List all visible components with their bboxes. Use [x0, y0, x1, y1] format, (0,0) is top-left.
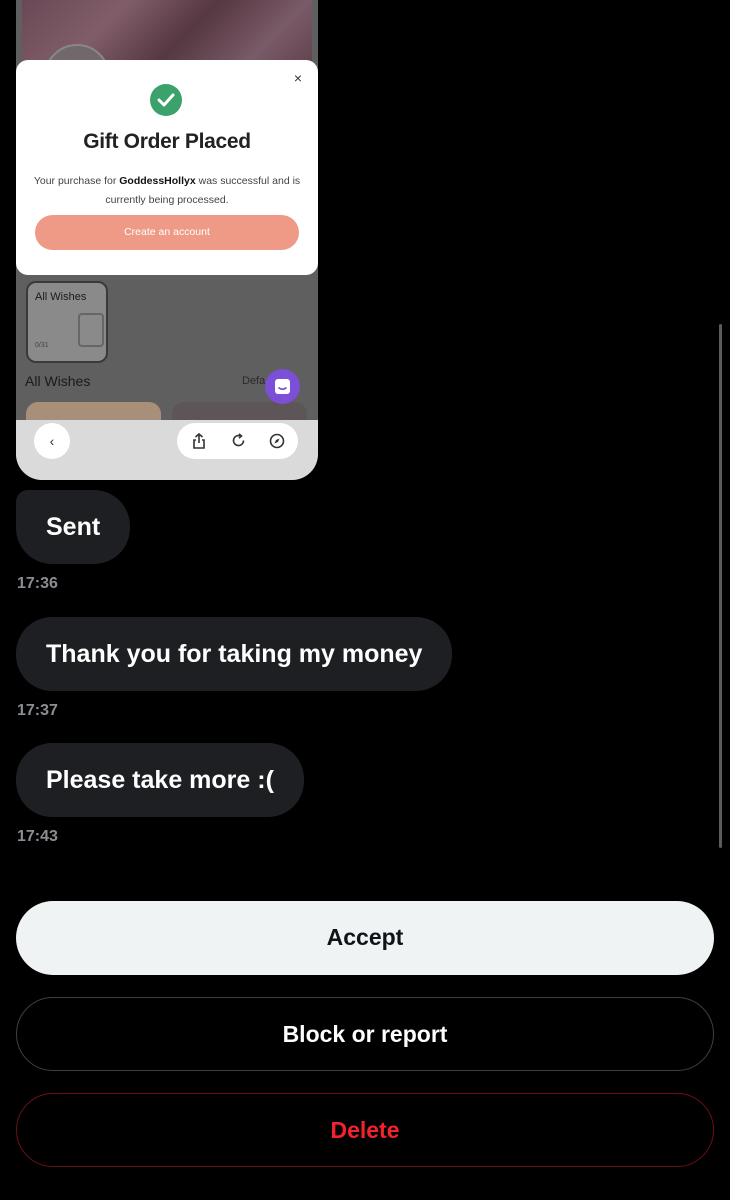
- gift-order-modal: × Gift Order Placed Your purchase for Go…: [16, 60, 318, 275]
- scrollbar[interactable]: [719, 324, 722, 848]
- delete-button[interactable]: Delete: [16, 1093, 714, 1167]
- message-prefix: Your purchase for: [33, 175, 120, 187]
- compass-icon[interactable]: [259, 423, 295, 459]
- shared-screenshot[interactable]: × Gift Order Placed Your purchase for Go…: [16, 0, 318, 480]
- browser-actions: [177, 423, 298, 459]
- chat-bubble-icon[interactable]: [265, 369, 300, 404]
- gift-icon: [78, 313, 104, 347]
- back-icon[interactable]: ‹: [34, 423, 70, 459]
- share-icon[interactable]: [181, 423, 217, 459]
- sort-dropdown[interactable]: Defa: [242, 375, 265, 387]
- message-timestamp: 17:43: [17, 828, 58, 845]
- check-icon: [150, 84, 182, 116]
- close-icon[interactable]: ×: [294, 70, 302, 86]
- message-timestamp: 17:36: [17, 575, 58, 592]
- wishlist-tile-label: All Wishes: [35, 291, 87, 303]
- wishlist-tile[interactable]: All Wishes 0/31: [26, 281, 108, 363]
- browser-toolbar: ‹: [16, 420, 318, 480]
- recipient-name: GoddessHollyx: [119, 175, 196, 187]
- modal-message: Your purchase for GoddessHollyx was succ…: [30, 172, 304, 210]
- message-timestamp: 17:37: [17, 702, 58, 719]
- modal-title: Gift Order Placed: [83, 130, 251, 153]
- message-bubble: Sent: [16, 490, 131, 564]
- block-or-report-button[interactable]: Block or report: [16, 997, 714, 1071]
- wishlist-tile-count: 0/31: [35, 342, 49, 349]
- message-bubble: Please take more :(: [16, 743, 304, 817]
- message-bubble: Thank you for taking my money: [16, 617, 453, 691]
- create-account-button[interactable]: Create an account: [35, 215, 299, 250]
- wishes-section-title: All Wishes: [25, 373, 91, 389]
- reload-icon[interactable]: [220, 423, 256, 459]
- accept-button[interactable]: Accept: [16, 901, 714, 975]
